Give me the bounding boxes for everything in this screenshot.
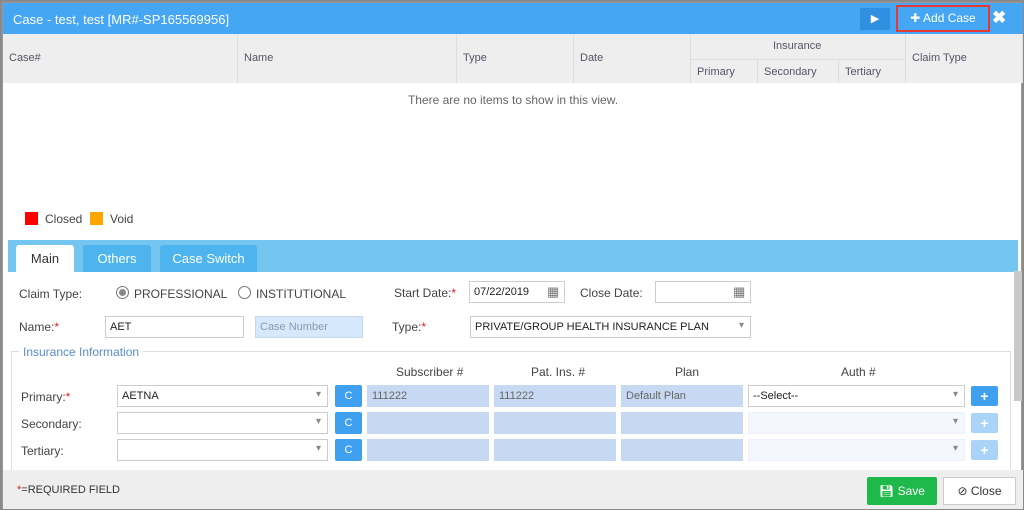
required-note: *=REQUIRED FIELD xyxy=(17,484,120,496)
auth-header: Auth # xyxy=(841,365,876,379)
calendar-icon[interactable]: ▦ xyxy=(733,284,745,300)
add-auth-button[interactable]: + xyxy=(971,386,998,406)
legend-void: Void xyxy=(110,212,133,226)
close-date-label: Close Date: xyxy=(580,286,643,300)
plus-icon: ✚ xyxy=(910,11,923,25)
claim-type-label: Claim Type: xyxy=(19,287,82,301)
subscriber-header: Subscriber # xyxy=(396,365,463,379)
auth-select[interactable] xyxy=(748,412,965,434)
col-name[interactable]: Name xyxy=(238,34,457,83)
insurance-select[interactable] xyxy=(117,412,328,434)
void-swatch xyxy=(90,212,103,225)
pat-ins-header: Pat. Ins. # xyxy=(531,365,585,379)
close-icon[interactable]: ✖ xyxy=(992,8,1006,28)
play-button[interactable]: ▶ xyxy=(860,8,890,30)
c-button[interactable]: C xyxy=(335,412,362,434)
ban-icon: ⊘ xyxy=(957,484,970,498)
save-button[interactable]: 💾︎ Save xyxy=(867,477,937,505)
professional-label: PROFESSIONAL xyxy=(134,287,227,301)
c-button[interactable]: C xyxy=(335,385,362,407)
insurance-section-title: Insurance Information xyxy=(19,345,143,359)
auth-select[interactable]: --Select-- xyxy=(748,385,965,407)
footer: *=REQUIRED FIELD 💾︎ Save ⊘ Close xyxy=(3,470,1023,509)
plan-input[interactable]: Default Plan xyxy=(621,385,743,407)
add-auth-button[interactable]: + xyxy=(971,413,998,433)
pat-ins-input[interactable]: 111222 xyxy=(494,385,616,407)
auth-select[interactable] xyxy=(748,439,965,461)
close-button[interactable]: ⊘ Close xyxy=(943,477,1016,505)
row-label: Secondary: xyxy=(21,417,82,431)
case-dialog: Case - test, test [MR#-SP165569956] ▶ ✚ … xyxy=(2,2,1022,508)
institutional-label: INSTITUTIONAL xyxy=(256,287,346,301)
row-label: Primary:* xyxy=(21,390,70,404)
plan-input[interactable] xyxy=(621,412,743,434)
legend-closed: Closed xyxy=(45,212,82,226)
scrollbar[interactable] xyxy=(1014,271,1022,401)
empty-message: There are no items to show in this view. xyxy=(3,93,1023,107)
add-auth-button[interactable]: + xyxy=(971,440,998,460)
c-button[interactable]: C xyxy=(335,439,362,461)
type-label: Type:* xyxy=(392,320,426,334)
start-date-label: Start Date:* xyxy=(394,286,456,300)
tab-case-switch[interactable]: Case Switch xyxy=(160,245,257,272)
add-case-label: Add Case xyxy=(923,11,976,25)
col-claim-type[interactable]: Claim Type xyxy=(906,34,1023,83)
plan-input[interactable] xyxy=(621,439,743,461)
subscriber-input[interactable]: 111222 xyxy=(367,385,489,407)
professional-radio[interactable] xyxy=(116,286,129,299)
case-number-input[interactable]: Case Number xyxy=(255,316,363,338)
calendar-icon[interactable]: ▦ xyxy=(547,284,559,300)
name-input[interactable]: AET xyxy=(105,316,244,338)
type-select[interactable]: PRIVATE/GROUP HEALTH INSURANCE PLAN xyxy=(470,316,751,338)
institutional-radio[interactable] xyxy=(238,286,251,299)
row-label: Tertiary: xyxy=(21,444,64,458)
col-insurance-group: Insurance xyxy=(691,34,906,59)
col-case[interactable]: Case# xyxy=(3,34,238,83)
tab-others[interactable]: Others xyxy=(83,245,151,272)
add-case-button[interactable]: ✚ Add Case xyxy=(896,5,990,32)
col-secondary[interactable]: Secondary xyxy=(758,59,839,83)
pat-ins-input[interactable] xyxy=(494,439,616,461)
tab-bar: Main Others Case Switch xyxy=(8,240,1018,272)
tab-main[interactable]: Main xyxy=(16,245,74,272)
insurance-select[interactable] xyxy=(117,439,328,461)
col-tertiary[interactable]: Tertiary xyxy=(839,59,906,83)
title-bar: Case - test, test [MR#-SP165569956] ▶ ✚ … xyxy=(3,3,1023,34)
closed-swatch xyxy=(25,212,38,225)
pat-ins-input[interactable] xyxy=(494,412,616,434)
col-type[interactable]: Type xyxy=(457,34,574,83)
name-label: Name:* xyxy=(19,320,59,334)
dialog-title: Case - test, test [MR#-SP165569956] xyxy=(13,12,229,27)
col-primary[interactable]: Primary xyxy=(691,59,758,83)
col-date[interactable]: Date xyxy=(574,34,691,83)
insurance-select[interactable]: AETNA xyxy=(117,385,328,407)
save-icon: 💾︎ xyxy=(879,484,898,498)
subscriber-input[interactable] xyxy=(367,412,489,434)
plan-header: Plan xyxy=(675,365,699,379)
subscriber-input[interactable] xyxy=(367,439,489,461)
